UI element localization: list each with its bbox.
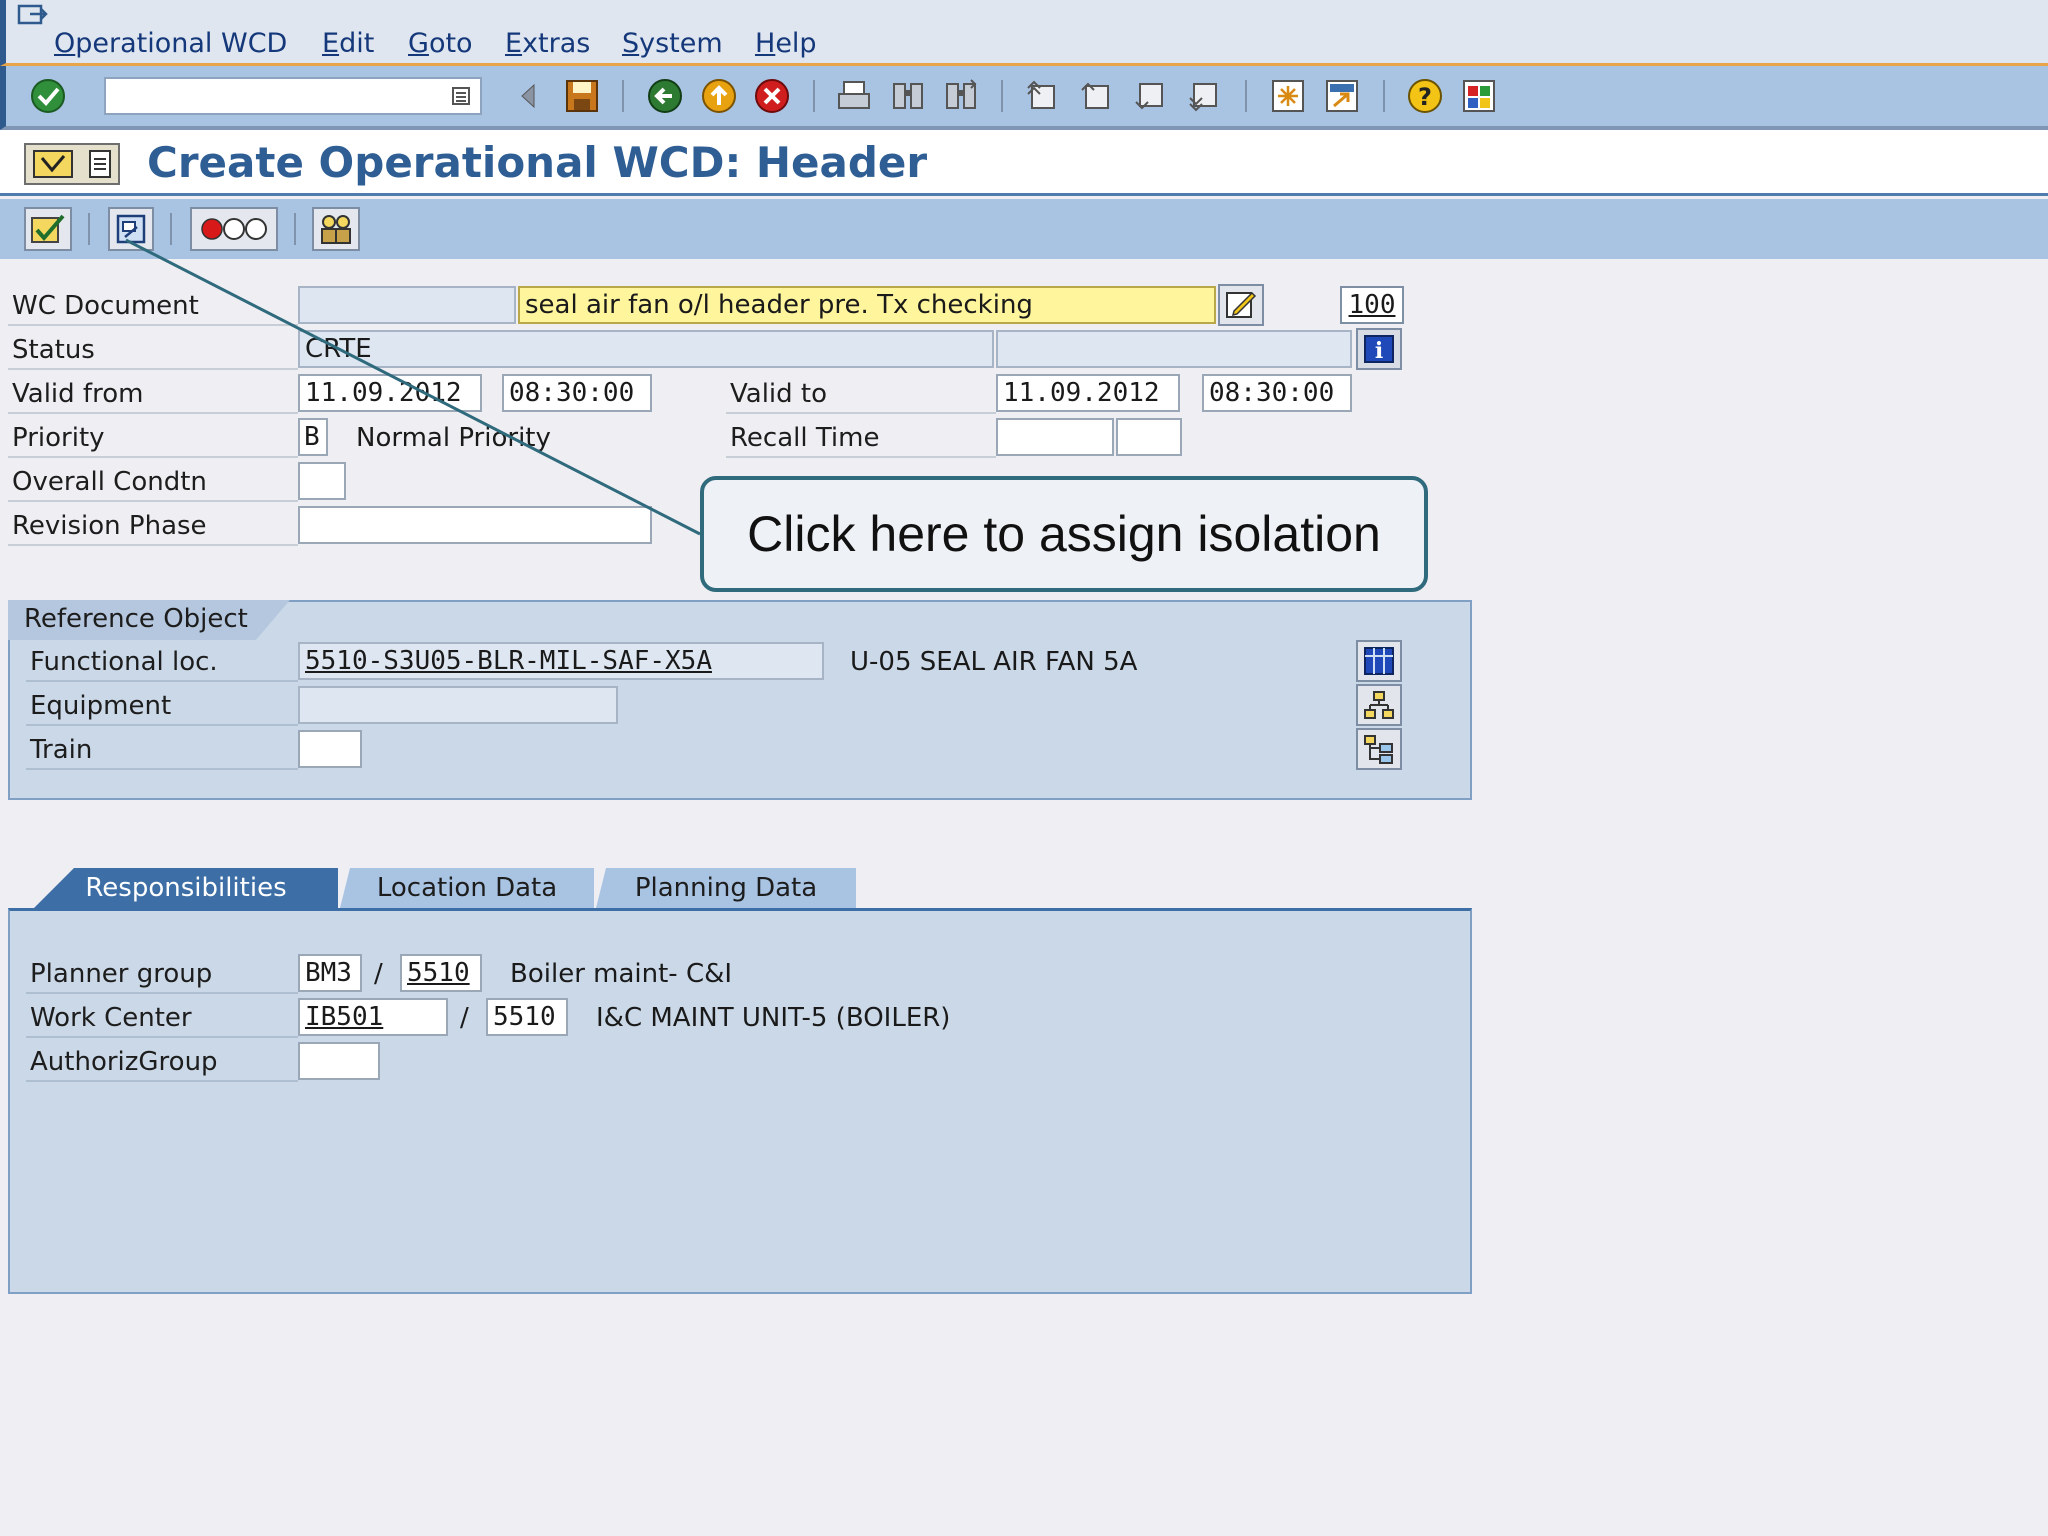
assign-isolation-button[interactable] [108,207,154,251]
traffic-light-icon [201,218,267,240]
menu-help[interactable]: Help [755,28,817,59]
menu-extras[interactable]: Extras [505,28,590,59]
structure-list-button[interactable] [1356,728,1402,770]
wc-document-description-field[interactable]: seal air fan o/l header pre. Tx checking [518,286,1216,324]
work-center-separator: / [460,1003,469,1033]
application-toolbar [0,199,2048,259]
valid-to-label: Valid to [726,374,996,414]
valid-from-date-field[interactable]: 11.09.2012 [298,374,482,412]
train-label: Train [26,730,298,770]
menu-operational-wcd[interactable]: Operational WCD [54,28,287,59]
layout-menu-icon[interactable] [1461,78,1497,114]
exit-icon[interactable] [701,78,737,114]
functional-loc-field[interactable]: 5510-S3U05-BLR-MIL-SAF-X5A [298,642,824,680]
back-icon[interactable] [647,78,683,114]
valid-to-date-field[interactable]: 11.09.2012 [996,374,1180,412]
print-icon[interactable] [836,78,872,114]
recall-time-field[interactable] [996,418,1114,456]
equipment-field[interactable] [298,686,618,724]
transaction-icon [24,143,120,185]
object-list-button[interactable] [1356,640,1402,682]
previous-page-icon[interactable] [1078,78,1114,114]
valid-from-time-field[interactable]: 08:30:00 [502,374,652,412]
create-session-icon[interactable] [1270,78,1306,114]
authoriz-group-field[interactable] [298,1042,380,1080]
next-page-icon[interactable] [1132,78,1168,114]
wc-document-number-field[interactable] [298,286,516,324]
priority-label: Priority [8,418,298,458]
isolation-icon [116,214,146,244]
command-field[interactable] [104,77,482,115]
tab-location-data[interactable]: Location Data [340,868,594,908]
wc-document-label: WC Document [8,286,298,326]
check-icon [31,214,65,243]
shortcut-icon[interactable] [1324,78,1360,114]
planner-group-field[interactable]: BM3 [298,954,362,992]
partners-button[interactable] [312,207,360,251]
work-center-plant-field[interactable]: 5510 [486,998,568,1036]
collapse-arrow-icon[interactable] [510,78,546,114]
cancel-icon[interactable] [754,78,790,114]
menu-edit[interactable]: Edit [322,28,374,59]
functional-loc-label: Functional loc. [26,642,298,682]
structure-list-icon [1364,735,1393,764]
recall-time-label: Recall Time [726,418,996,458]
info-icon: i [1364,335,1394,364]
standard-toolbar: ? [0,66,2048,130]
work-center-label: Work Center [26,998,298,1038]
last-page-icon[interactable] [1186,78,1222,114]
svg-text:i: i [1375,338,1383,364]
valid-to-time-field[interactable]: 08:30:00 [1202,374,1352,412]
planner-group-separator: / [374,959,383,989]
planner-group-text: Boiler maint- C&I [510,959,733,989]
equipment-label: Equipment [26,686,298,726]
svg-text:?: ? [1418,83,1432,111]
partners-icon [321,215,351,244]
user-status-field [996,330,1352,368]
status-lights-button[interactable] [190,207,278,251]
table-grid-icon [1364,647,1394,675]
status-label: Status [8,330,298,370]
long-text-button[interactable] [1218,284,1264,326]
planner-group-plant-field[interactable]: 5510 [400,954,482,992]
first-page-icon[interactable] [1024,78,1060,114]
priority-text: Normal Priority [356,423,551,453]
help-icon[interactable]: ? [1407,78,1443,114]
enter-check-icon[interactable] [30,78,66,114]
title-bar: Create Operational WCD: Header [0,130,2048,196]
menu-bar: Operational WCD Edit Goto Extras System … [0,0,2048,66]
revision-phase-label: Revision Phase [8,506,298,546]
overall-condtn-field[interactable] [298,462,346,500]
revision-phase-field[interactable] [298,506,652,544]
edit-text-icon [1226,291,1257,318]
status-info-button[interactable]: i [1356,328,1402,370]
tab-responsibilities[interactable]: Responsibilities [34,868,338,908]
command-history-icon[interactable] [450,85,472,107]
menu-system[interactable]: System [622,28,723,59]
find-next-icon[interactable] [943,78,979,114]
train-field[interactable] [298,730,362,768]
callout-box: Click here to assign isolation [700,476,1428,592]
authoriz-group-label: AuthorizGroup [26,1042,298,1082]
priority-code-field[interactable]: B [298,418,328,456]
reference-object-title: Reference Object [8,600,290,640]
hierarchy-icon [1364,691,1394,719]
overall-condtn-label: Overall Condtn [8,462,298,502]
recall-time-unit-field[interactable] [1116,418,1182,456]
save-icon[interactable] [564,78,600,114]
find-icon[interactable] [890,78,926,114]
functional-loc-description: U-05 SEAL AIR FAN 5A [850,647,1138,677]
status-field: CRTE [298,330,994,368]
work-center-field[interactable]: IB501 [298,998,448,1036]
tab-planning-data[interactable]: Planning Data [596,868,856,908]
page-title: Create Operational WCD: Header [147,138,928,187]
window-menu-icon[interactable] [16,2,50,28]
work-center-text: I&C MAINT UNIT-5 (BOILER) [596,1003,951,1033]
valid-from-label: Valid from [8,374,298,414]
check-button[interactable] [24,207,72,251]
structure-display-button[interactable] [1356,684,1402,726]
menu-goto[interactable]: Goto [408,28,473,59]
planner-group-label: Planner group [26,954,298,994]
document-code-field[interactable]: 100 [1340,286,1404,324]
